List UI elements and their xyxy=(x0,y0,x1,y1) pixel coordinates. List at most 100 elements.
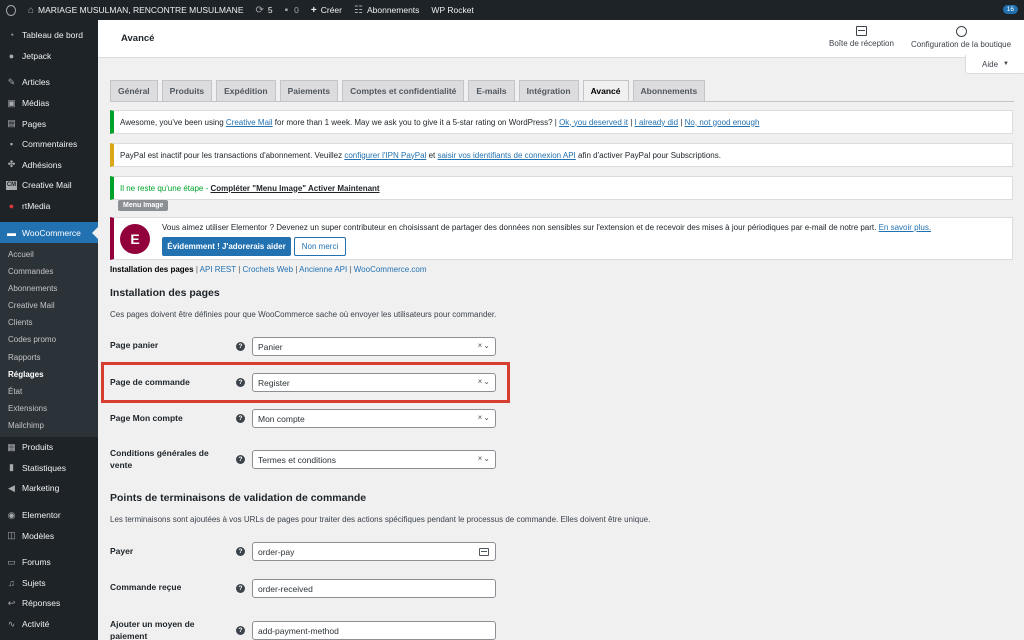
separator: | xyxy=(349,265,352,274)
endpoints-heading: Points de terminaisons de validation de … xyxy=(110,492,367,504)
tab-payments[interactable]: Paiements xyxy=(279,80,339,101)
sidebar-item-marketing[interactable]: ◀ Marketing xyxy=(0,478,98,499)
sidebar-item-label: Modèles xyxy=(22,530,55,541)
sidebar-item-medias[interactable]: ▣ Médias xyxy=(0,93,98,114)
section-link-webhooks[interactable]: Crochets Web xyxy=(243,265,294,274)
help-tip-icon[interactable]: ? xyxy=(236,414,245,423)
submenu-codes-promo[interactable]: Codes promo xyxy=(0,331,98,348)
rating-already-link[interactable]: I already did xyxy=(635,118,679,127)
submenu-rapports[interactable]: Rapports xyxy=(0,349,98,366)
updates-link[interactable]: ⟳ 5 xyxy=(249,0,278,20)
section-link-legacy-api[interactable]: Ancienne API xyxy=(299,265,347,274)
clear-chevron-icon[interactable]: ×⌄ xyxy=(478,454,491,463)
sidebar-item-comments[interactable]: ▪ Commentaires xyxy=(0,134,98,155)
sidebar-item-templates[interactable]: ◫ Modèles xyxy=(0,525,98,546)
submenu-etat[interactable]: État xyxy=(0,383,98,400)
settings-tabs: Général Produits Expédition Paiements Co… xyxy=(110,80,709,101)
tab-shipping[interactable]: Expédition xyxy=(216,80,276,101)
submenu-reglages[interactable]: Réglages xyxy=(0,366,98,383)
sidebar-item-articles[interactable]: ✎ Articles xyxy=(0,72,98,93)
pay-endpoint-input[interactable]: order-pay xyxy=(252,542,496,561)
section-link-woocommerce-com[interactable]: WooCommerce.com xyxy=(354,265,427,274)
tab-advanced[interactable]: Avancé xyxy=(582,80,629,101)
submenu-mailchimp[interactable]: Mailchimp xyxy=(0,417,98,434)
help-tip-icon[interactable]: ? xyxy=(236,547,245,556)
submenu-clients[interactable]: Clients xyxy=(0,314,98,331)
help-tip-icon[interactable]: ? xyxy=(236,342,245,351)
sidebar-item-label: Produits xyxy=(22,442,54,453)
sidebar-item-rtmedia[interactable]: ● rtMedia xyxy=(0,196,98,217)
clear-chevron-icon[interactable]: ×⌄ xyxy=(478,341,491,350)
section-link-page-setup[interactable]: Installation des pages xyxy=(110,265,194,274)
section-link-rest-api[interactable]: API REST xyxy=(200,265,236,274)
separator: | xyxy=(195,265,198,274)
woocommerce-submenu: Accueil Commandes Abonnements Creative M… xyxy=(0,242,98,437)
sidebar-item-products[interactable]: ▦ Produits xyxy=(0,437,98,458)
clear-chevron-icon[interactable]: ×⌄ xyxy=(478,413,491,422)
elementor-opt-in-button[interactable]: Évidemment ! J'adorerais aider xyxy=(162,237,291,256)
sidebar-item-topics[interactable]: ♫ Sujets xyxy=(0,573,98,594)
help-button[interactable]: Aide ▼ xyxy=(965,55,1024,74)
sidebar-item-label: Tableau de bord xyxy=(22,30,83,41)
page-title: Avancé xyxy=(121,33,155,44)
help-tip-icon[interactable]: ? xyxy=(236,626,245,635)
comments-link[interactable]: ▪ 0 xyxy=(279,0,305,20)
creative-mail-icon: CM xyxy=(6,180,17,190)
tab-general[interactable]: Général xyxy=(110,80,158,101)
sidebar-item-activity[interactable]: ∿ Activité xyxy=(0,614,98,635)
rating-no-link[interactable]: No, not good enough xyxy=(685,118,760,127)
subscriptions-link[interactable]: ☷ Abonnements xyxy=(348,0,425,20)
submenu-commandes[interactable]: Commandes xyxy=(0,263,98,280)
submenu-abonnements[interactable]: Abonnements xyxy=(0,280,98,297)
site-name: MARIAGE MUSULMAN, RENCONTRE MUSULMANE xyxy=(38,5,244,15)
notice-text: PayPal est inactif pour les transactions… xyxy=(120,150,345,160)
tab-subscriptions[interactable]: Abonnements xyxy=(632,80,706,101)
inbox-button[interactable]: Boîte de réception xyxy=(829,26,894,48)
submenu-creative-mail[interactable]: Creative Mail xyxy=(0,297,98,314)
learn-more-link[interactable]: En savoir plus. xyxy=(879,223,931,232)
tab-emails[interactable]: E-mails xyxy=(468,80,515,101)
sidebar-item-creative-mail[interactable]: CM Creative Mail xyxy=(0,175,98,196)
sidebar-item-pages[interactable]: ▤ Pages xyxy=(0,113,98,134)
sidebar-item-replies[interactable]: ↩ Réponses xyxy=(0,593,98,614)
rating-ok-link[interactable]: Ok, you deserved it xyxy=(559,118,628,127)
elementor-opt-out-button[interactable]: Non merci xyxy=(294,237,346,256)
wp-rocket-link[interactable]: WP Rocket xyxy=(425,0,479,20)
stats-icon: ▮ xyxy=(9,462,14,473)
menu-image-activate-link[interactable]: Compléter "Menu Image" Activer Maintenan… xyxy=(210,184,379,193)
dashboard-icon: ◔ xyxy=(8,30,15,41)
sidebar-item-label: Adhésions xyxy=(22,159,62,170)
add-payment-method-input[interactable]: add-payment-method xyxy=(252,621,496,640)
tab-products[interactable]: Produits xyxy=(161,80,213,101)
my-account-page-select[interactable]: Mon compte ×⌄ xyxy=(252,409,496,428)
sidebar-item-label: Médias xyxy=(22,98,50,109)
sidebar-item-elementor[interactable]: ◉ Elementor xyxy=(0,505,98,526)
subscriptions-label: Abonnements xyxy=(366,5,420,15)
terms-page-select[interactable]: Termes et conditions ×⌄ xyxy=(252,450,496,469)
store-setup-button[interactable]: Configuration de la boutique xyxy=(911,26,1011,49)
notifications-badge[interactable]: 16 xyxy=(1002,5,1018,14)
order-received-input[interactable]: order-received xyxy=(252,579,496,598)
sidebar-item-woocommerce[interactable]: ▬ WooCommerce xyxy=(0,222,98,243)
creative-mail-link[interactable]: Creative Mail xyxy=(226,118,273,127)
contact-card-icon[interactable] xyxy=(479,548,489,556)
wordpress-logo-icon[interactable] xyxy=(0,0,22,20)
sidebar-item-forums[interactable]: ▭ Forums xyxy=(0,552,98,573)
sidebar-item-memberships[interactable]: ✤ Adhésions xyxy=(0,155,98,176)
submenu-extensions[interactable]: Extensions xyxy=(0,400,98,417)
tab-integration[interactable]: Intégration xyxy=(518,80,579,101)
paypal-api-link[interactable]: saisir vos identifiants de connexion API xyxy=(437,151,575,160)
sidebar-item-statistics[interactable]: ▮ Statistiques xyxy=(0,458,98,479)
new-content-link[interactable]: + Créer xyxy=(305,0,348,20)
sidebar-item-jetpack[interactable]: ● Jetpack xyxy=(0,46,98,67)
help-tip-icon[interactable]: ? xyxy=(236,455,245,464)
site-name-link[interactable]: ⌂ MARIAGE MUSULMAN, RENCONTRE MUSULMANE xyxy=(22,0,249,20)
sidebar-item-dashboard[interactable]: ◔ Tableau de bord xyxy=(0,25,98,46)
help-tip-icon[interactable]: ? xyxy=(236,584,245,593)
jetpack-icon: ● xyxy=(8,50,15,61)
tab-accounts-privacy[interactable]: Comptes et confidentialité xyxy=(342,80,465,101)
endpoints-description: Les terminaisons sont ajoutées à vos URL… xyxy=(110,515,651,524)
paypal-ipn-link[interactable]: configurer l'IPN PayPal xyxy=(344,151,426,160)
submenu-accueil[interactable]: Accueil xyxy=(0,246,98,263)
cart-page-select[interactable]: Panier ×⌄ xyxy=(252,337,496,356)
